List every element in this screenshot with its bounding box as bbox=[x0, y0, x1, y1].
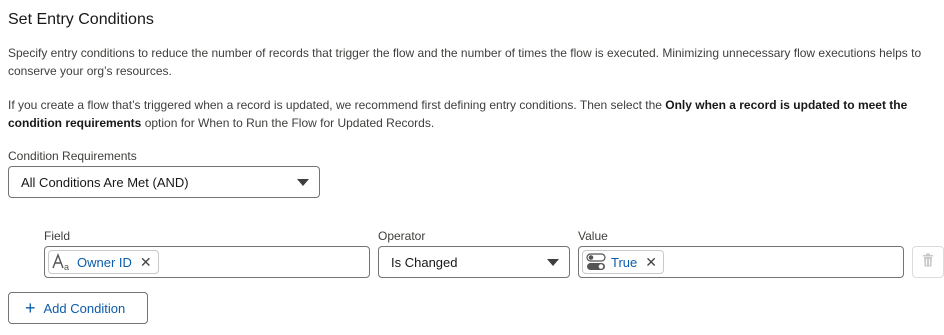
field-input[interactable]: a Owner ID ✕ bbox=[44, 246, 370, 278]
field-pill[interactable]: a Owner ID ✕ bbox=[48, 250, 159, 274]
chevron-down-icon bbox=[547, 259, 559, 266]
value-pill-label: True bbox=[611, 254, 638, 270]
recommendation-prefix: If you create a flow that’s triggered wh… bbox=[8, 98, 666, 112]
operator-value: Is Changed bbox=[391, 254, 458, 270]
field-label: Field bbox=[44, 229, 71, 243]
plus-icon: + bbox=[25, 298, 36, 318]
condition-requirements-select[interactable]: All Conditions Are Met (AND) bbox=[8, 166, 320, 198]
operator-label: Operator bbox=[378, 229, 426, 243]
delete-condition-button[interactable] bbox=[912, 246, 944, 278]
value-label: Value bbox=[578, 229, 608, 243]
text-field-icon: a bbox=[52, 253, 72, 271]
close-icon[interactable]: ✕ bbox=[140, 255, 152, 269]
add-condition-label: Add Condition bbox=[43, 300, 126, 316]
recommendation-suffix: option for When to Run the Flow for Upda… bbox=[141, 116, 435, 130]
recommendation-paragraph: If you create a flow that’s triggered wh… bbox=[8, 96, 936, 132]
description-paragraph: Specify entry conditions to reduce the n… bbox=[8, 46, 922, 78]
section-title: Set Entry Conditions bbox=[8, 11, 154, 28]
condition-requirements-label: Condition Requirements bbox=[8, 149, 137, 163]
svg-text:a: a bbox=[64, 262, 69, 271]
close-icon[interactable]: ✕ bbox=[645, 255, 657, 269]
operator-select[interactable]: Is Changed bbox=[378, 246, 570, 278]
condition-requirements-value: All Conditions Are Met (AND) bbox=[21, 174, 189, 190]
trash-icon bbox=[922, 253, 934, 272]
value-input[interactable]: True ✕ bbox=[578, 246, 904, 278]
add-condition-button[interactable]: + Add Condition bbox=[8, 292, 148, 324]
field-pill-label: Owner ID bbox=[77, 254, 132, 270]
toggle-icon bbox=[586, 253, 606, 271]
value-pill[interactable]: True ✕ bbox=[582, 250, 664, 274]
chevron-down-icon bbox=[297, 179, 309, 186]
